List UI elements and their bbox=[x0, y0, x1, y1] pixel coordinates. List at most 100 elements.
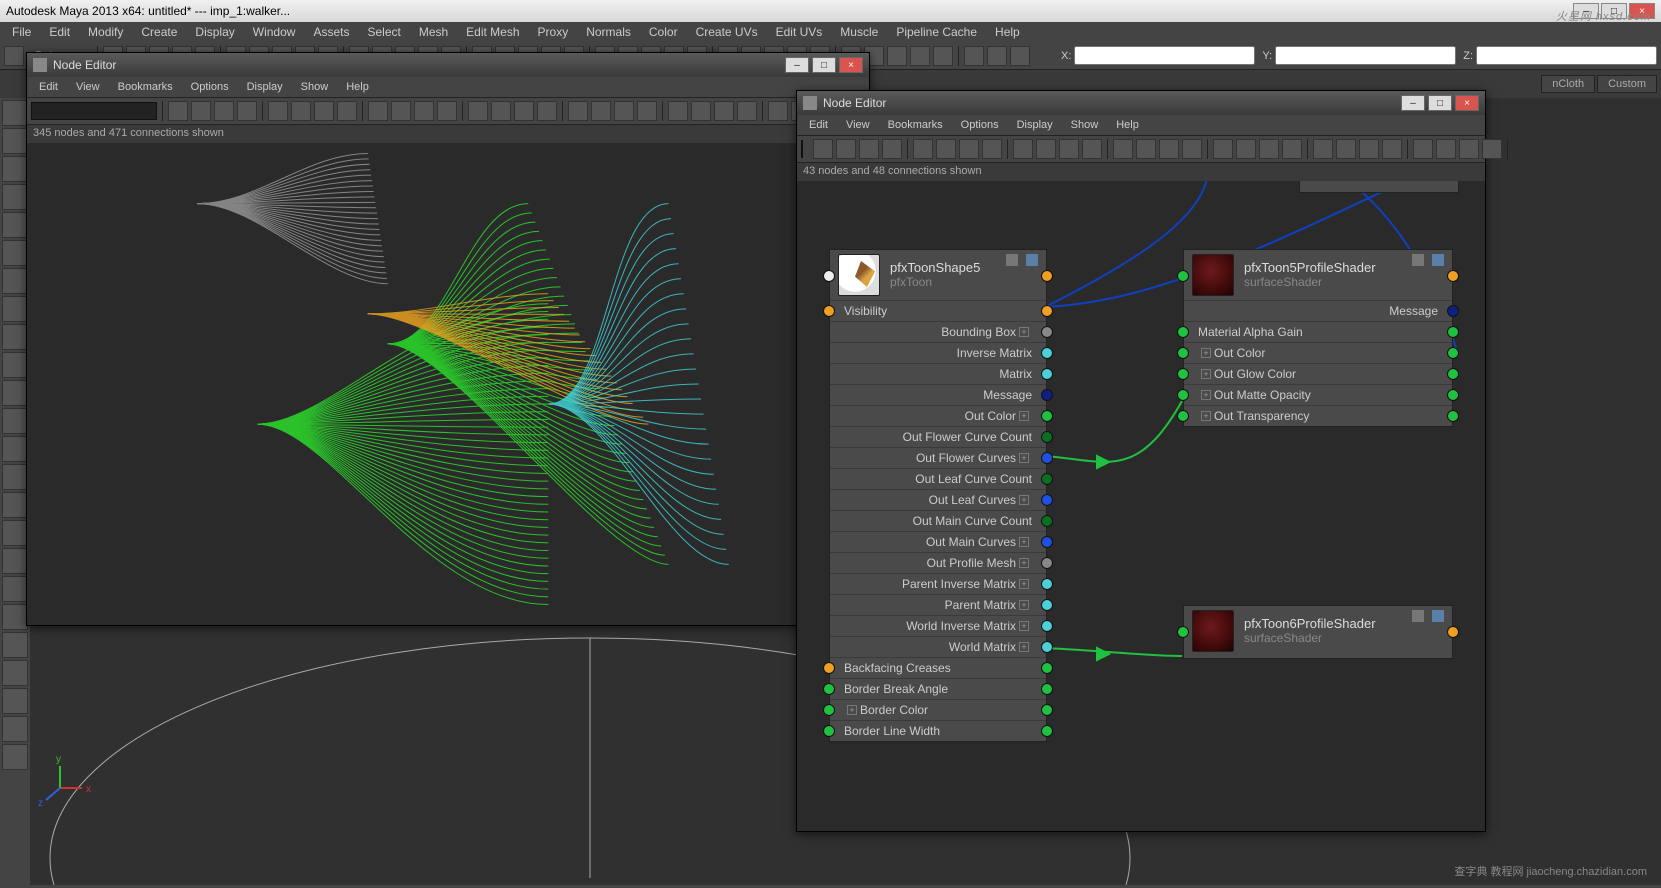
output-port[interactable] bbox=[1041, 347, 1053, 359]
toolbar-button[interactable] bbox=[214, 101, 234, 121]
toolbar-button[interactable] bbox=[959, 139, 979, 159]
output-port[interactable] bbox=[1447, 389, 1459, 401]
node-pfxtoon6profileshader[interactable]: pfxToon6ProfileShader surfaceShader bbox=[1183, 605, 1453, 659]
output-port[interactable] bbox=[1041, 578, 1053, 590]
toolbar-button[interactable] bbox=[168, 101, 188, 121]
output-port[interactable] bbox=[1041, 431, 1053, 443]
toolbar-button[interactable] bbox=[537, 101, 557, 121]
win1-search[interactable] bbox=[31, 102, 157, 120]
tool-button[interactable] bbox=[2, 156, 28, 182]
menu-view[interactable]: View bbox=[838, 117, 878, 133]
output-port[interactable] bbox=[1041, 641, 1053, 653]
z-input[interactable] bbox=[1476, 46, 1657, 65]
attr-out-glow-color[interactable]: +Out Glow Color bbox=[1184, 363, 1452, 384]
attr-message[interactable]: Message bbox=[830, 384, 1046, 405]
max-button[interactable]: □ bbox=[1601, 3, 1627, 19]
attr-out-color[interactable]: +Out Color bbox=[1184, 342, 1452, 363]
toolbar-button[interactable] bbox=[1136, 139, 1156, 159]
input-port[interactable] bbox=[1177, 270, 1189, 282]
tool-button[interactable] bbox=[2, 268, 28, 294]
menu-assets[interactable]: Assets bbox=[305, 23, 357, 41]
attr-matrix[interactable]: Matrix bbox=[830, 363, 1046, 384]
menu-edit[interactable]: Edit bbox=[31, 79, 66, 95]
close-button[interactable]: × bbox=[1629, 3, 1655, 19]
tool-button[interactable] bbox=[2, 100, 28, 126]
toolbar-button[interactable] bbox=[982, 139, 1002, 159]
output-port[interactable] bbox=[1041, 557, 1053, 569]
attr-bounding-box[interactable]: Bounding Box+ bbox=[830, 321, 1046, 342]
output-port[interactable] bbox=[1041, 620, 1053, 632]
attr-parent-matrix[interactable]: Parent Matrix+ bbox=[830, 594, 1046, 615]
attr-out-leaf-curve-count[interactable]: Out Leaf Curve Count bbox=[830, 468, 1046, 489]
win2-graph[interactable]: hyperLayout pfxToonShape5 pfxToon Visibi… bbox=[797, 181, 1485, 831]
attr-visibility[interactable]: Visibility bbox=[830, 300, 1046, 321]
toolbar-button[interactable] bbox=[1436, 139, 1456, 159]
menu-edit-uvs[interactable]: Edit UVs bbox=[768, 23, 831, 41]
toolbar-button[interactable] bbox=[964, 46, 984, 66]
toolbar-button[interactable] bbox=[1010, 46, 1030, 66]
attr-border-break-angle[interactable]: Border Break Angle bbox=[830, 678, 1046, 699]
output-port[interactable] bbox=[1041, 725, 1053, 737]
toolbar-button[interactable] bbox=[936, 139, 956, 159]
tool-button[interactable] bbox=[2, 408, 28, 434]
toolbar-button[interactable] bbox=[910, 46, 930, 66]
toolbar-button[interactable] bbox=[836, 139, 856, 159]
menu-create[interactable]: Create bbox=[133, 23, 185, 41]
toolbar-button[interactable] bbox=[1282, 139, 1302, 159]
tool-button[interactable] bbox=[2, 744, 28, 770]
output-port[interactable] bbox=[1041, 515, 1053, 527]
output-port[interactable] bbox=[1041, 662, 1053, 674]
attr-out-transparency[interactable]: +Out Transparency bbox=[1184, 405, 1452, 426]
shelf-tab-custom[interactable]: Custom bbox=[1597, 75, 1657, 93]
toolbar-button[interactable] bbox=[1259, 139, 1279, 159]
toolbar-button[interactable] bbox=[314, 101, 334, 121]
toolbar-button[interactable] bbox=[1013, 139, 1033, 159]
toolbar-button[interactable] bbox=[813, 139, 833, 159]
attr-backfacing-creases[interactable]: Backfacing Creases bbox=[830, 657, 1046, 678]
win2-search[interactable] bbox=[801, 140, 803, 158]
toolbar-button[interactable] bbox=[1413, 139, 1433, 159]
output-port[interactable] bbox=[1447, 626, 1459, 638]
toolbar-button[interactable] bbox=[268, 101, 288, 121]
attr-inverse-matrix[interactable]: Inverse Matrix bbox=[830, 342, 1046, 363]
output-port[interactable] bbox=[1041, 326, 1053, 338]
toolbar-button[interactable] bbox=[913, 139, 933, 159]
input-port[interactable] bbox=[823, 704, 835, 716]
output-port[interactable] bbox=[1041, 599, 1053, 611]
toolbar-button[interactable] bbox=[1236, 139, 1256, 159]
toolbar-button[interactable] bbox=[614, 101, 634, 121]
input-port[interactable] bbox=[1177, 326, 1189, 338]
output-port[interactable] bbox=[1041, 368, 1053, 380]
toolbar-button[interactable] bbox=[491, 101, 511, 121]
menu-edit[interactable]: Edit bbox=[801, 117, 836, 133]
pin-icon[interactable] bbox=[1412, 610, 1424, 622]
menu-display[interactable]: Display bbox=[239, 79, 291, 95]
output-port[interactable] bbox=[1041, 473, 1053, 485]
attr-parent-inverse-matrix[interactable]: Parent Inverse Matrix+ bbox=[830, 573, 1046, 594]
toolbar-button[interactable] bbox=[237, 101, 257, 121]
attr-border-color[interactable]: +Border Color bbox=[830, 699, 1046, 720]
toolbar-button[interactable] bbox=[468, 101, 488, 121]
toolbar-button[interactable] bbox=[882, 139, 902, 159]
toolbar-button[interactable] bbox=[568, 101, 588, 121]
attr-out-flower-curve-count[interactable]: Out Flower Curve Count bbox=[830, 426, 1046, 447]
menu-edit[interactable]: Edit bbox=[41, 23, 78, 41]
menu-bookmarks[interactable]: Bookmarks bbox=[110, 79, 181, 95]
toolbar-button[interactable] bbox=[514, 101, 534, 121]
toolbar-button[interactable] bbox=[1113, 139, 1133, 159]
tool-button[interactable] bbox=[2, 324, 28, 350]
node-pfxtoonshape5[interactable]: pfxToonShape5 pfxToon VisibilityBounding… bbox=[829, 249, 1047, 742]
node-editor-window-1[interactable]: Node Editor – □ × EditViewBookmarksOptio… bbox=[26, 52, 870, 626]
node-hyperlayout[interactable]: hyperLayout bbox=[1299, 181, 1459, 193]
win1-close[interactable]: × bbox=[839, 57, 863, 73]
win2-max[interactable]: □ bbox=[1428, 95, 1452, 111]
output-port[interactable] bbox=[1041, 389, 1053, 401]
input-port[interactable] bbox=[823, 725, 835, 737]
output-port[interactable] bbox=[1041, 410, 1053, 422]
toolbar-button[interactable] bbox=[368, 101, 388, 121]
toolbar-button[interactable] bbox=[1082, 139, 1102, 159]
toolbar-button[interactable] bbox=[887, 46, 907, 66]
tool-button[interactable] bbox=[2, 604, 28, 630]
output-port[interactable] bbox=[1447, 326, 1459, 338]
tool-button[interactable] bbox=[2, 296, 28, 322]
